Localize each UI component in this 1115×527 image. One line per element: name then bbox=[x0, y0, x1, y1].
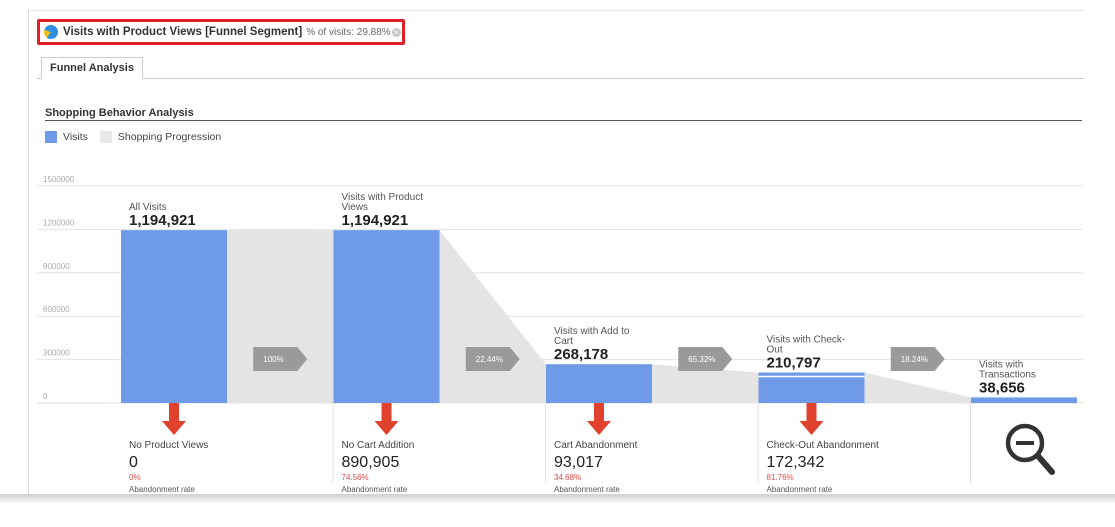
dropoff-arrow bbox=[799, 403, 824, 435]
y-tick-label: 300000 bbox=[43, 349, 70, 358]
value-label: 38,656 bbox=[979, 379, 1025, 396]
abandonment-rate-label: Abandonment rate bbox=[554, 485, 620, 494]
y-tick-label: 1500000 bbox=[43, 175, 75, 184]
funnel-bar bbox=[121, 230, 227, 403]
dropoff-label: No Product Views bbox=[129, 440, 208, 451]
abandonment-rate-label: Abandonment rate bbox=[129, 485, 195, 494]
abandonment-rate-label: Abandonment rate bbox=[767, 485, 833, 494]
value-label: 1,194,921 bbox=[129, 212, 196, 229]
abandonment-rate: 0% bbox=[129, 473, 141, 482]
dropoff-value: 93,017 bbox=[554, 454, 603, 471]
dropoff-arrow bbox=[587, 403, 611, 435]
funnel-bar bbox=[971, 397, 1077, 403]
y-tick-label: 900000 bbox=[43, 262, 70, 271]
progression-label: 100% bbox=[263, 355, 283, 364]
dropoff-label: No Cart Addition bbox=[342, 440, 415, 451]
progression-label: 22.44% bbox=[476, 355, 503, 364]
abandonment-rate: 34.68% bbox=[554, 473, 581, 482]
value-label: 210,797 bbox=[767, 355, 821, 372]
dropoff-value: 890,905 bbox=[342, 454, 400, 471]
dropoff-arrow bbox=[162, 403, 186, 435]
abandonment-rate: 81.76% bbox=[767, 473, 794, 482]
report-panel: Visits with Product Views [Funnel Segmen… bbox=[28, 10, 1084, 498]
progression-label: 65.32% bbox=[688, 355, 715, 364]
value-label: 1,194,921 bbox=[342, 212, 409, 229]
y-tick-label: 600000 bbox=[43, 305, 70, 314]
dropoff-value: 172,342 bbox=[767, 454, 825, 471]
funnel-chart: 030000060000090000012000001500000All Vis… bbox=[37, 175, 1083, 494]
abandonment-rate: 74.56% bbox=[342, 473, 369, 482]
progression-area bbox=[864, 372, 971, 403]
value-label: 268,178 bbox=[554, 346, 608, 363]
y-tick-label: 0 bbox=[43, 392, 48, 401]
progression-area bbox=[227, 230, 334, 403]
panel-shadow bbox=[0, 494, 1115, 504]
funnel-bar bbox=[546, 364, 652, 403]
zoom-out-icon[interactable] bbox=[1005, 423, 1055, 475]
dropoff-arrow bbox=[374, 403, 399, 435]
abandonment-rate-label: Abandonment rate bbox=[342, 485, 408, 494]
dropoff-label: Check-Out Abandonment bbox=[767, 440, 880, 451]
dropoff-value: 0 bbox=[129, 454, 138, 471]
dropoff-label: Cart Abandonment bbox=[554, 440, 638, 451]
y-tick-label: 1200000 bbox=[43, 218, 75, 227]
progression-label: 18.24% bbox=[901, 355, 928, 364]
funnel-bar bbox=[333, 230, 440, 403]
